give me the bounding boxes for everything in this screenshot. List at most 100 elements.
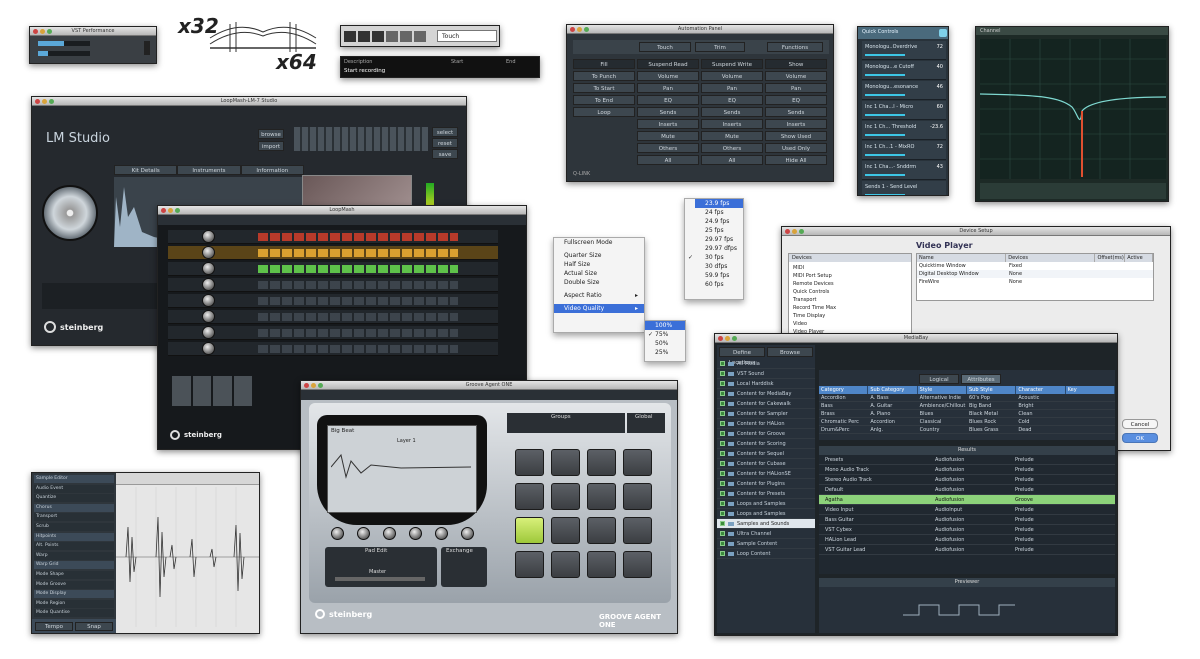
tab-logical[interactable]: Logical	[919, 374, 959, 384]
slice-strip[interactable]	[258, 265, 458, 273]
automation-option-button[interactable]: Sends	[765, 107, 827, 117]
slice-strip[interactable]	[258, 281, 458, 289]
automation-option-button[interactable]: EQ	[637, 95, 699, 105]
quick-control-row[interactable]: Inc 1 Ch...1 - MixRO 72	[862, 141, 946, 160]
column-header[interactable]: Character	[1016, 386, 1066, 394]
inspector-item[interactable]: Transport	[34, 513, 114, 522]
result-row[interactable]: HALion Lead Audiofusion Prelude	[819, 535, 1115, 545]
automation-option-button[interactable]: To Start	[573, 83, 635, 93]
location-tree-item[interactable]: Content for MediaBay	[717, 389, 815, 399]
inspector-item[interactable]: Mode Shape	[34, 571, 114, 579]
master-slider[interactable]	[335, 577, 425, 581]
cd-disc-icon[interactable]	[42, 185, 98, 241]
drum-pad[interactable]	[623, 551, 652, 578]
track-volume-knob[interactable]	[202, 262, 215, 275]
close-icon[interactable]	[939, 29, 947, 37]
result-row[interactable]: Stereo Audio Track Audiofusion Prelude	[819, 475, 1115, 485]
column-header[interactable]: Style	[918, 386, 967, 394]
menu-item-half-size[interactable]: Half Size	[554, 260, 644, 269]
lm-preset-button[interactable]: select	[432, 127, 458, 137]
result-row[interactable]: Presets Audiofusion Prelude	[819, 455, 1115, 465]
drum-pad[interactable]	[623, 517, 652, 544]
automation-option-button[interactable]: To Punch	[573, 71, 635, 81]
loopmash-track[interactable]	[168, 262, 498, 276]
quick-control-row[interactable]: Sends 1 - Send Level	[862, 181, 946, 195]
device-tree-item[interactable]: MIDI Port Setup	[793, 272, 907, 280]
result-row[interactable]: Bass Guitar Audiofusion Prelude	[819, 515, 1115, 525]
automation-option-button[interactable]: Loop	[573, 107, 635, 117]
slice-slots[interactable]	[172, 376, 252, 406]
drum-pad[interactable]	[587, 517, 616, 544]
drum-pad[interactable]	[551, 517, 580, 544]
quick-control-row[interactable]: Inc 1 Ch... Threshold -23.6	[862, 121, 946, 140]
inspector-item[interactable]: Mode Quantise	[34, 609, 114, 618]
device-tree-item[interactable]: MIDI	[793, 264, 907, 272]
drum-pad[interactable]	[551, 449, 580, 476]
column-header[interactable]: Active	[1125, 254, 1154, 262]
tab-kit-details[interactable]: Kit Details	[114, 165, 178, 175]
lm-preset-button[interactable]: reset	[432, 138, 458, 148]
location-tree-item[interactable]: Loops and Samples	[717, 509, 815, 519]
frame-rate-option[interactable]: 24 fps	[695, 208, 743, 217]
click-button[interactable]	[414, 31, 426, 42]
location-tree-item[interactable]: Local Harddisk	[717, 379, 815, 389]
location-tree-item[interactable]: Content for Scoring	[717, 439, 815, 449]
checkbox-icon[interactable]	[720, 431, 725, 436]
track-volume-knob[interactable]	[202, 342, 215, 355]
automation-option-button[interactable]: Pan	[765, 83, 827, 93]
checkbox-icon[interactable]	[720, 411, 725, 416]
snap-button[interactable]: Snap	[75, 622, 113, 631]
checkbox-icon[interactable]	[720, 481, 725, 486]
result-row[interactable]: Default Audiofusion Prelude	[819, 485, 1115, 495]
quick-control-row[interactable]: Inc 1 Cha...- Snddrm 43	[862, 161, 946, 180]
quality-50[interactable]: 50%	[645, 339, 685, 348]
result-row[interactable]: Agatha Audiofusion Groove	[819, 495, 1115, 505]
frame-rate-option[interactable]: 59.9 fps	[695, 271, 743, 280]
automation-option-button[interactable]: Volume	[701, 71, 763, 81]
inspector-item[interactable]: Hitpoints	[34, 532, 114, 541]
location-tree-item[interactable]: Ultra Channel	[717, 529, 815, 539]
checkbox-icon[interactable]	[720, 541, 725, 546]
checkbox-icon[interactable]	[720, 501, 725, 506]
window-titlebar[interactable]: LoopMash	[158, 206, 526, 215]
quality-100[interactable]: 100%	[645, 321, 685, 330]
track-volume-knob[interactable]	[202, 246, 215, 259]
automation-option-button[interactable]: EQ	[765, 95, 827, 105]
attribute-row[interactable]: Accordion A. Bass Alternative Indie 60's Po…	[819, 394, 1115, 402]
checkbox-icon[interactable]	[720, 531, 725, 536]
result-row[interactable]: Mono Audio Track Audiofusion Prelude	[819, 465, 1115, 475]
quick-control-row[interactable]: Monologu..Overdrive 72	[862, 41, 946, 60]
checkbox-icon[interactable]	[720, 491, 725, 496]
automation-option-button[interactable]: Show Used	[765, 131, 827, 141]
checkbox-icon[interactable]	[720, 511, 725, 516]
track-volume-knob[interactable]	[202, 310, 215, 323]
track-volume-knob[interactable]	[202, 230, 215, 243]
trim-button[interactable]: Trim	[695, 42, 745, 52]
loopmash-track[interactable]	[168, 246, 498, 260]
loopmash-track[interactable]	[168, 294, 498, 308]
drum-pad[interactable]	[515, 483, 544, 510]
table-row[interactable]: FireWire None	[917, 278, 1153, 286]
slice-strip[interactable]	[258, 233, 458, 241]
automation-option-button[interactable]: EQ	[701, 95, 763, 105]
stop-button[interactable]	[358, 31, 370, 42]
checkbox-icon[interactable]	[720, 381, 725, 386]
parameter-knob[interactable]	[461, 527, 474, 540]
tab-information[interactable]: Information	[240, 165, 304, 175]
track-volume-knob[interactable]	[202, 278, 215, 291]
browse-button[interactable]: Browse	[767, 347, 813, 357]
loopmash-track[interactable]	[168, 278, 498, 292]
cancel-button[interactable]: Cancel	[1122, 419, 1158, 429]
punch-button[interactable]	[400, 31, 412, 42]
frame-rate-option[interactable]: 30 dfps	[695, 262, 743, 271]
drum-pad[interactable]	[623, 449, 652, 476]
inspector-item[interactable]: Warp	[34, 551, 114, 560]
location-tree-item[interactable]: Loops and Samples	[717, 499, 815, 509]
column-header[interactable]: Sub Style	[967, 386, 1017, 394]
tempo-button[interactable]: Tempo	[35, 622, 73, 631]
window-titlebar[interactable]: Groove Agent ONE	[301, 381, 677, 390]
device-tree-item[interactable]: Video	[793, 320, 907, 328]
attribute-row[interactable]: Bass A. Guitar Ambience/Chillout Big Band Br…	[819, 402, 1115, 410]
automation-option-button[interactable]: Inserts	[765, 119, 827, 129]
checkbox-icon[interactable]	[720, 361, 725, 366]
